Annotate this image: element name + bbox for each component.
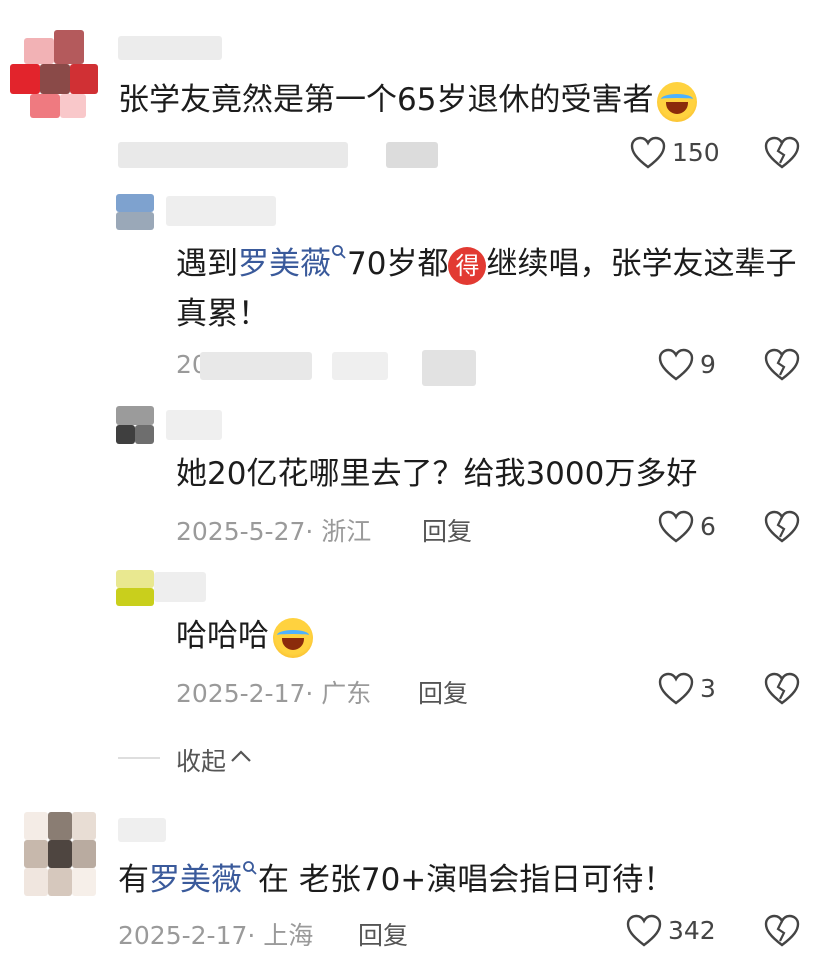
comment-text: 张学友竟然是第一个65岁退休的受害者 bbox=[118, 78, 698, 122]
broken-heart-icon[interactable] bbox=[764, 136, 800, 170]
chevron-up-icon[interactable] bbox=[230, 748, 252, 764]
like-count: 9 bbox=[700, 350, 716, 379]
broken-heart-icon[interactable] bbox=[764, 672, 800, 706]
broken-heart-icon[interactable] bbox=[764, 510, 800, 544]
heart-outline-icon[interactable] bbox=[658, 348, 694, 382]
collapse-button[interactable]: 收起 bbox=[176, 742, 226, 778]
like-count: 3 bbox=[700, 674, 716, 703]
comment-text: 她20亿花哪里去了？给我3000万多好 bbox=[176, 456, 698, 492]
username-redacted[interactable] bbox=[166, 410, 222, 440]
laughing-crying-emoji-icon bbox=[657, 81, 698, 122]
comment-text-line2: 真累！ bbox=[176, 296, 269, 332]
reply-button[interactable]: 回复 bbox=[358, 916, 408, 952]
search-icon[interactable] bbox=[242, 860, 258, 876]
comment-meta: 2025-2-17· 上海 bbox=[118, 921, 314, 950]
comment-meta: 2025-2-17· 广东 bbox=[176, 679, 372, 708]
laughing-crying-emoji-icon bbox=[273, 617, 313, 658]
heart-outline-icon[interactable] bbox=[630, 136, 666, 170]
like-count: 6 bbox=[700, 512, 716, 541]
avatar[interactable] bbox=[116, 570, 154, 606]
like-count: 150 bbox=[672, 138, 720, 167]
username-redacted[interactable] bbox=[118, 36, 222, 60]
username-redacted[interactable] bbox=[154, 572, 206, 602]
broken-heart-icon[interactable] bbox=[764, 348, 800, 382]
comment-text: 遇到罗美薇 70岁都得继续唱，张学友这辈子 bbox=[176, 242, 796, 286]
like-count: 342 bbox=[668, 916, 716, 945]
mention-link[interactable]: 罗美薇 bbox=[149, 862, 242, 898]
reply-button[interactable]: 回复 bbox=[418, 674, 468, 710]
meta-redacted bbox=[332, 352, 388, 380]
avatar[interactable] bbox=[116, 194, 154, 230]
heart-outline-icon[interactable] bbox=[658, 510, 694, 544]
search-icon[interactable] bbox=[331, 244, 347, 260]
avatar[interactable] bbox=[10, 30, 100, 120]
meta-redacted bbox=[118, 142, 348, 168]
meta-redacted bbox=[200, 352, 312, 380]
username-redacted[interactable] bbox=[118, 818, 166, 842]
avatar[interactable] bbox=[24, 812, 96, 896]
avatar[interactable] bbox=[116, 406, 154, 444]
divider bbox=[118, 757, 160, 759]
reply-redacted[interactable] bbox=[386, 142, 438, 168]
comment-text: 有罗美薇在 老张70+演唱会指日可待！ bbox=[118, 860, 675, 898]
reply-redacted[interactable] bbox=[422, 350, 476, 386]
comment-meta: 2025-5-27· 浙江 bbox=[176, 517, 372, 546]
username-redacted[interactable] bbox=[166, 196, 276, 226]
heart-outline-icon[interactable] bbox=[658, 672, 694, 706]
broken-heart-icon[interactable] bbox=[764, 914, 800, 948]
comment-text: 哈哈哈 bbox=[176, 614, 313, 658]
heart-outline-icon[interactable] bbox=[626, 914, 662, 948]
mention-link[interactable]: 罗美薇 bbox=[238, 246, 331, 282]
reply-button[interactable]: 回复 bbox=[422, 512, 472, 548]
de-badge-icon: 得 bbox=[448, 246, 487, 285]
